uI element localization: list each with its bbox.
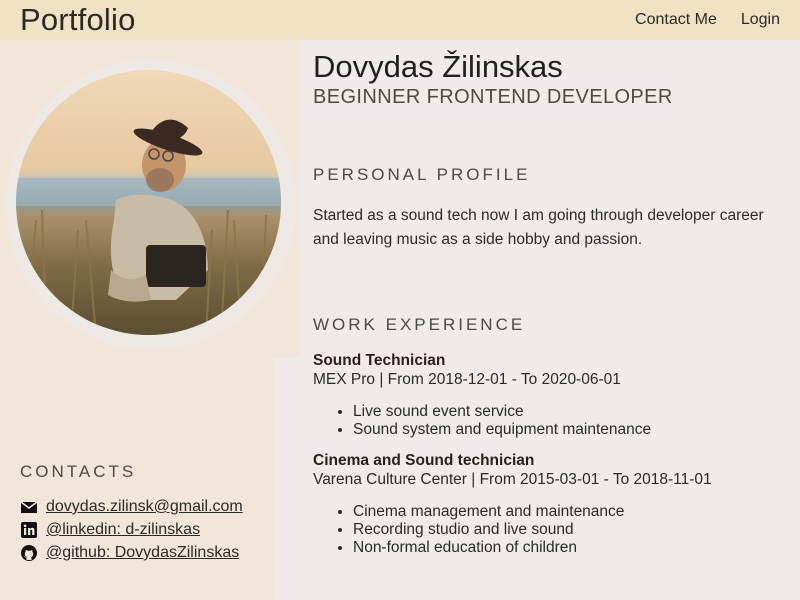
contact-email-row: dovydas.zilinsk@gmail.com <box>20 498 243 516</box>
top-navigation-bar: Portfolio Contact Me Login <box>0 0 800 40</box>
github-icon <box>21 545 37 561</box>
contact-email-link[interactable]: dovydas.zilinsk@gmail.com <box>46 498 243 516</box>
mail-icon <box>20 501 38 513</box>
job-duty: Cinema management and maintenance <box>353 503 783 521</box>
job-duty: Recording studio and live sound <box>353 521 783 539</box>
contacts-heading: CONTACTS <box>20 462 137 481</box>
job-title: Cinema and Sound technician <box>313 452 535 469</box>
linkedin-icon <box>21 522 37 538</box>
job-entry: Sound Technician MEX Pro | From 2018-12-… <box>313 351 783 439</box>
contacts-section: CONTACTS dovydas.zilinsk@gmail.com @link… <box>20 462 243 567</box>
profile-photo <box>16 70 281 335</box>
job-duty: Sound system and equipment maintenance <box>353 421 783 439</box>
job-duties-list: Live sound event service Sound system an… <box>313 403 783 439</box>
work-experience-list: Sound Technician MEX Pro | From 2018-12-… <box>313 351 783 569</box>
nav-links: Contact Me Login <box>635 11 780 29</box>
brand-title[interactable]: Portfolio <box>20 2 136 38</box>
contact-linkedin-link[interactable]: @linkedin: d-zilinskas <box>46 521 200 539</box>
job-title: Sound Technician <box>313 352 446 369</box>
profile-header: Dovydas Žilinskas BEGINNER FRONTEND DEVE… <box>313 48 783 109</box>
personal-profile-text: Started as a sound tech now I am going t… <box>313 207 764 248</box>
nav-contact-me-link[interactable]: Contact Me <box>635 11 717 29</box>
job-entry: Cinema and Sound technician Varena Cultu… <box>313 451 783 557</box>
profile-name: Dovydas Žilinskas <box>313 49 563 84</box>
job-meta: MEX Pro | From 2018-12-01 - To 2020-06-0… <box>313 371 621 388</box>
nav-login-link[interactable]: Login <box>741 11 780 29</box>
job-meta: Varena Culture Center | From 2015-03-01 … <box>313 471 712 488</box>
job-duties-list: Cinema management and maintenance Record… <box>313 503 783 557</box>
work-experience-heading: WORK EXPERIENCE <box>313 315 526 334</box>
contact-linkedin-row: @linkedin: d-zilinskas <box>20 521 243 539</box>
job-duty: Live sound event service <box>353 403 783 421</box>
contact-github-row: @github: DovydasZilinskas <box>20 544 243 562</box>
portrait-photo-illustration <box>16 119 281 335</box>
job-duty: Non-formal education of children <box>353 539 783 557</box>
profile-role: BEGINNER FRONTEND DEVELOPER <box>313 86 673 108</box>
personal-profile-heading: PERSONAL PROFILE <box>313 165 531 184</box>
contact-github-link[interactable]: @github: DovydasZilinskas <box>46 544 239 562</box>
